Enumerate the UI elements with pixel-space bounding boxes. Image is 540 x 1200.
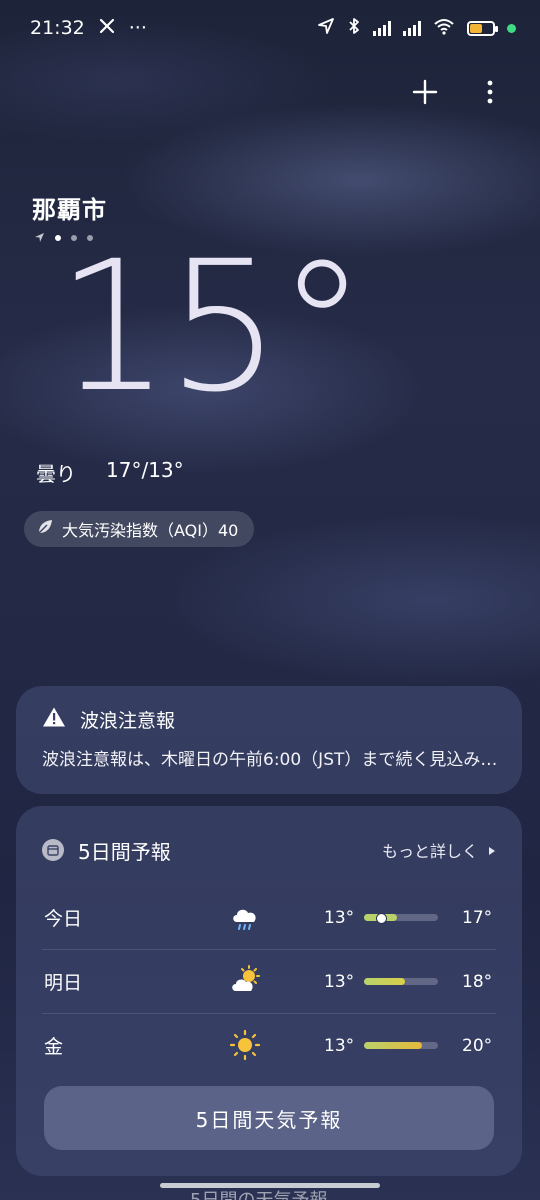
forecast-high: 17° xyxy=(462,907,493,928)
forecast-high: 18° xyxy=(462,971,493,992)
privacy-indicator-dot xyxy=(507,23,516,33)
temperature-range-bar xyxy=(364,913,438,924)
city-name[interactable]: 那覇市 xyxy=(32,190,107,225)
more-notifications: ··· xyxy=(128,17,147,39)
plus-icon xyxy=(412,79,438,105)
bluetooth-icon xyxy=(347,17,361,40)
aqi-label: 大気汚染指数（AQI）40 xyxy=(62,521,239,540)
forecast-list: 今日 13° 17° 明日 13° 18° 金 13° 20° xyxy=(42,886,496,1077)
leaf-icon xyxy=(36,518,54,540)
current-conditions: 曇り 17°/13° xyxy=(36,458,184,487)
forecast-low: 13° xyxy=(324,907,355,928)
x-logo-icon xyxy=(99,17,115,39)
partly-sunny-icon xyxy=(228,964,262,998)
add-location-button[interactable] xyxy=(405,72,445,112)
status-bar-left: 21:32 ··· xyxy=(30,17,147,39)
forecast-card: 5日間予報 もっと詳しく 今日 13° 17° 明日 13° 18° 金 13°… xyxy=(16,806,522,1176)
forecast-day: 金 xyxy=(44,1036,64,1058)
status-bar-right xyxy=(317,17,516,40)
forecast-more-label: もっと詳しく xyxy=(381,842,478,861)
signal-2-icon xyxy=(403,20,421,36)
forecast-row[interactable]: 今日 13° 17° xyxy=(42,886,496,950)
temperature-range-bar xyxy=(364,1042,438,1049)
current-location-icon xyxy=(34,228,45,247)
home-indicator[interactable] xyxy=(160,1183,380,1188)
high-low-text: 17°/13° xyxy=(106,458,184,482)
more-options-button[interactable] xyxy=(470,72,510,112)
five-day-forecast-button[interactable]: 5日間天気予報 xyxy=(44,1086,494,1150)
forecast-row[interactable]: 明日 13° 18° xyxy=(42,950,496,1014)
more-vertical-icon xyxy=(487,80,493,104)
forecast-low: 13° xyxy=(324,1035,355,1056)
forecast-high: 20° xyxy=(462,1035,493,1056)
alert-title: 波浪注意報 xyxy=(80,710,176,732)
temperature-range-fill xyxy=(364,1042,422,1049)
alert-header: 波浪注意報 xyxy=(42,706,496,733)
temperature-range-bar xyxy=(364,978,438,985)
battery-level xyxy=(470,23,483,33)
warning-icon xyxy=(42,706,66,733)
signal-1-icon xyxy=(373,20,391,36)
sun-icon xyxy=(228,1028,262,1062)
forecast-more-link[interactable]: もっと詳しく xyxy=(382,838,496,862)
current-temp-marker xyxy=(376,913,388,924)
weather-alert-card[interactable]: 波浪注意報 波浪注意報は、木曜日の午前6:00（JST）まで続く見込みです xyxy=(16,686,522,794)
forecast-row[interactable]: 金 13° 20° xyxy=(42,1014,496,1077)
status-bar: 21:32 ··· xyxy=(0,0,540,56)
rain-cloud-icon xyxy=(228,900,262,934)
clock: 21:32 xyxy=(30,17,85,39)
next-card-peek: 5日間の天気予報 xyxy=(190,1186,327,1200)
condition-text: 曇り xyxy=(36,462,76,486)
alert-description: 波浪注意報は、木曜日の午前6:00（JST）まで続く見込みです xyxy=(42,750,498,770)
battery-icon xyxy=(467,20,498,36)
forecast-title-group: 5日間予報 xyxy=(42,836,171,865)
forecast-header: 5日間予報 もっと詳しく xyxy=(42,830,496,870)
aqi-badge[interactable]: 大気汚染指数（AQI）40 xyxy=(24,511,255,547)
play-arrow-icon xyxy=(488,841,496,860)
temperature-range-fill xyxy=(364,978,406,985)
wifi-icon xyxy=(433,17,455,40)
forecast-low: 13° xyxy=(324,971,355,992)
current-temperature: 15° xyxy=(56,223,367,432)
calendar-icon xyxy=(42,839,64,861)
forecast-day: 今日 xyxy=(44,908,83,930)
location-arrow-icon xyxy=(317,17,335,40)
forecast-day: 明日 xyxy=(44,972,83,994)
forecast-title: 5日間予報 xyxy=(78,839,171,864)
